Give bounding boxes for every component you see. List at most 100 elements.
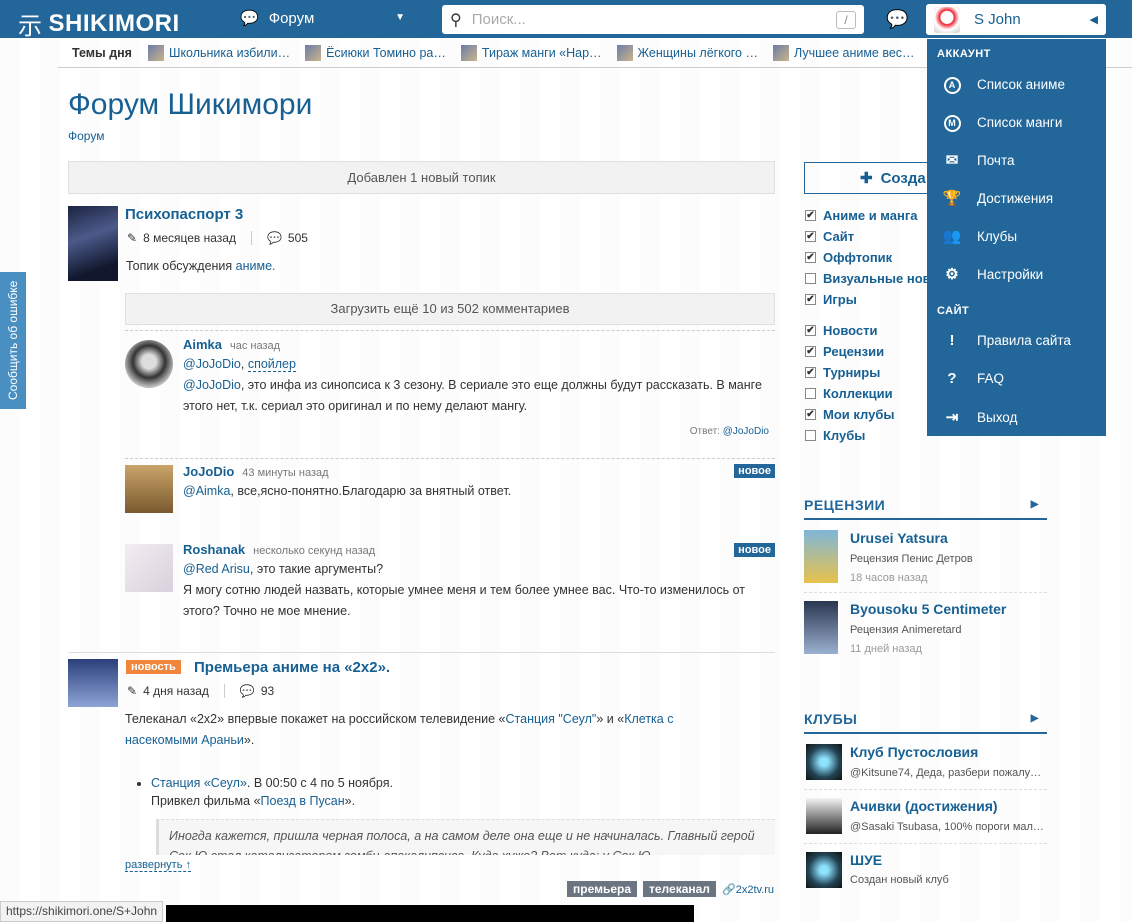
review-poster[interactable] (804, 601, 838, 654)
filter-anime-manga[interactable]: ✔ Аниме и манга (805, 205, 931, 226)
comment-time[interactable]: несколько секунд назад (253, 545, 375, 557)
club-avatar[interactable] (806, 744, 842, 780)
anime-link[interactable]: Станция «Сеул» (151, 776, 247, 790)
comment-time[interactable]: час назад (230, 340, 280, 352)
spoiler-link[interactable]: спойлер (247, 357, 296, 372)
search-box[interactable]: ⚲ Поиск... / (442, 5, 864, 34)
clubs-header[interactable]: КЛУБЫ ▶ (804, 711, 1047, 734)
comment-author[interactable]: Roshanak (183, 542, 245, 557)
messages-icon[interactable]: 💬 (886, 9, 908, 30)
filter-clubs[interactable]: Клубы (805, 425, 931, 446)
menu-anime-list[interactable]: A Список аниме (941, 75, 1065, 94)
search-input[interactable]: Поиск... (472, 11, 836, 28)
filter-site[interactable]: ✔ Сайт (805, 226, 931, 247)
news-poster[interactable] (68, 659, 118, 707)
mention-link[interactable]: @Aimka (183, 484, 230, 498)
review-title[interactable]: Urusei Yatsura (850, 530, 948, 546)
section-selector[interactable]: 💬 Форум ▼ (240, 9, 405, 28)
checkbox[interactable]: ✔ (805, 346, 816, 357)
menu-manga-list[interactable]: M Список манги (941, 113, 1062, 132)
report-error-tab[interactable]: Сообщить об ошибке (0, 272, 26, 409)
mention-link[interactable]: @JoJoDio (183, 378, 241, 392)
user-name: S John (974, 11, 1021, 28)
club-avatar[interactable] (806, 798, 842, 834)
checkbox[interactable] (805, 388, 816, 399)
reply-link[interactable]: @JoJoDio (723, 426, 769, 437)
checkbox[interactable]: ✔ (805, 294, 816, 305)
comments-count[interactable]: 93 (261, 684, 274, 698)
search-hotkey: / (836, 10, 856, 29)
menu-label: FAQ (977, 371, 1005, 386)
checkbox[interactable]: ✔ (805, 409, 816, 420)
topic-title[interactable]: Психопаспорт 3 (125, 206, 243, 223)
topic-link[interactable]: Женщины лёгкого … (616, 44, 758, 61)
reply-label: Ответ: (689, 426, 723, 437)
topic-link[interactable]: Лучшее аниме вес… (772, 44, 915, 61)
comments-count[interactable]: 505 (288, 231, 308, 245)
club-avatar[interactable] (806, 852, 842, 888)
checkbox[interactable]: ✔ (805, 231, 816, 242)
checkbox[interactable] (805, 430, 816, 441)
menu-logout[interactable]: ⇥ Выход (941, 408, 1018, 426)
menu-label: Настройки (977, 266, 1044, 282)
breadcrumb[interactable]: Форум (68, 129, 104, 143)
menu-rules[interactable]: ! Правила сайта (941, 332, 1071, 349)
news-time[interactable]: 4 дня назад (143, 684, 209, 698)
tag-premiere[interactable]: премьера (567, 881, 638, 897)
filter-offtopic[interactable]: ✔ Оффтопик (805, 247, 931, 268)
checkbox[interactable]: ✔ (805, 252, 816, 263)
film-link[interactable]: Поезд в Пусан (261, 794, 345, 808)
topic-time[interactable]: 8 месяцев назад (143, 231, 236, 245)
logo[interactable]: 示 SHIKIMORI (18, 6, 180, 41)
filter-news[interactable]: ✔ Новости (805, 320, 931, 341)
comment-author[interactable]: JoJoDio (183, 464, 234, 479)
separator (250, 231, 252, 245)
reviews-header[interactable]: РЕЦЕНЗИИ ▶ (804, 497, 1047, 520)
comment-avatar[interactable] (125, 340, 173, 388)
topic-poster[interactable] (68, 206, 118, 281)
user-menu-button[interactable]: S John ◀ (926, 4, 1106, 35)
mention-link[interactable]: @JoJoDio (183, 357, 241, 371)
filter-games[interactable]: ✔ Игры (805, 289, 931, 310)
tag-channel[interactable]: телеканал (643, 881, 716, 897)
menu-clubs[interactable]: 👥 Клубы (941, 227, 1017, 245)
anime-link[interactable]: Станция "Сеул" (506, 712, 597, 726)
load-more-comments-button[interactable]: Загрузить ещё 10 из 502 комментариев (125, 293, 775, 325)
menu-mail[interactable]: ✉ Почта (941, 151, 1015, 169)
comments-icon: 💬 (239, 684, 255, 698)
filter-visual-novels[interactable]: Визуальные нов (805, 268, 931, 289)
menu-faq[interactable]: ? FAQ (941, 370, 1004, 387)
source-link[interactable]: 🔗2x2tv.ru (722, 883, 774, 896)
topic-text: Лучшее аниме вес… (793, 45, 915, 60)
filter-my-clubs[interactable]: ✔ Мои клубы (805, 404, 931, 425)
topic-link[interactable]: Тираж манги «Нар… (460, 44, 602, 61)
club-title[interactable]: Клуб Пустословия (850, 744, 978, 760)
menu-achievements[interactable]: 🏆 Достижения (941, 189, 1053, 207)
checkbox[interactable] (805, 273, 816, 284)
menu-label: Клубы (977, 228, 1018, 244)
checkbox[interactable]: ✔ (805, 325, 816, 336)
comment-avatar[interactable] (125, 544, 173, 592)
topic-link[interactable]: Школьника избили… (147, 44, 290, 61)
filter-collections[interactable]: Коллекции (805, 383, 931, 404)
review-poster[interactable] (804, 530, 838, 583)
checkbox[interactable]: ✔ (805, 210, 816, 221)
filter-reviews[interactable]: ✔ Рецензии (805, 341, 931, 362)
club-title[interactable]: Ачивки (достижения) (850, 798, 998, 814)
comment-time[interactable]: 43 минуты назад (242, 467, 328, 479)
mention-link[interactable]: @Red Arisu (183, 562, 250, 576)
anime-link[interactable]: аниме. (236, 259, 276, 273)
topic-thumbnail (147, 44, 164, 61)
topic-link[interactable]: Ёсиюки Томино ра… (305, 44, 446, 61)
new-topic-notice[interactable]: Добавлен 1 новый топик (68, 161, 775, 194)
comment-avatar[interactable] (125, 465, 173, 513)
filter-tournaments[interactable]: ✔ Турниры (805, 362, 931, 383)
comment-author[interactable]: Aimka (183, 337, 222, 352)
club-title[interactable]: ШУЕ (850, 852, 882, 868)
news-title[interactable]: Премьера аниме на «2x2». (194, 659, 390, 676)
review-title[interactable]: Byousoku 5 Centimeter (850, 601, 1006, 617)
comment-body: @JoJoDio, спойлер @JoJoDio, это инфа из … (183, 354, 773, 417)
checkbox[interactable]: ✔ (805, 367, 816, 378)
menu-settings[interactable]: ⚙ Настройки (941, 265, 1043, 283)
expand-link[interactable]: развернуть ↑ (125, 859, 192, 872)
